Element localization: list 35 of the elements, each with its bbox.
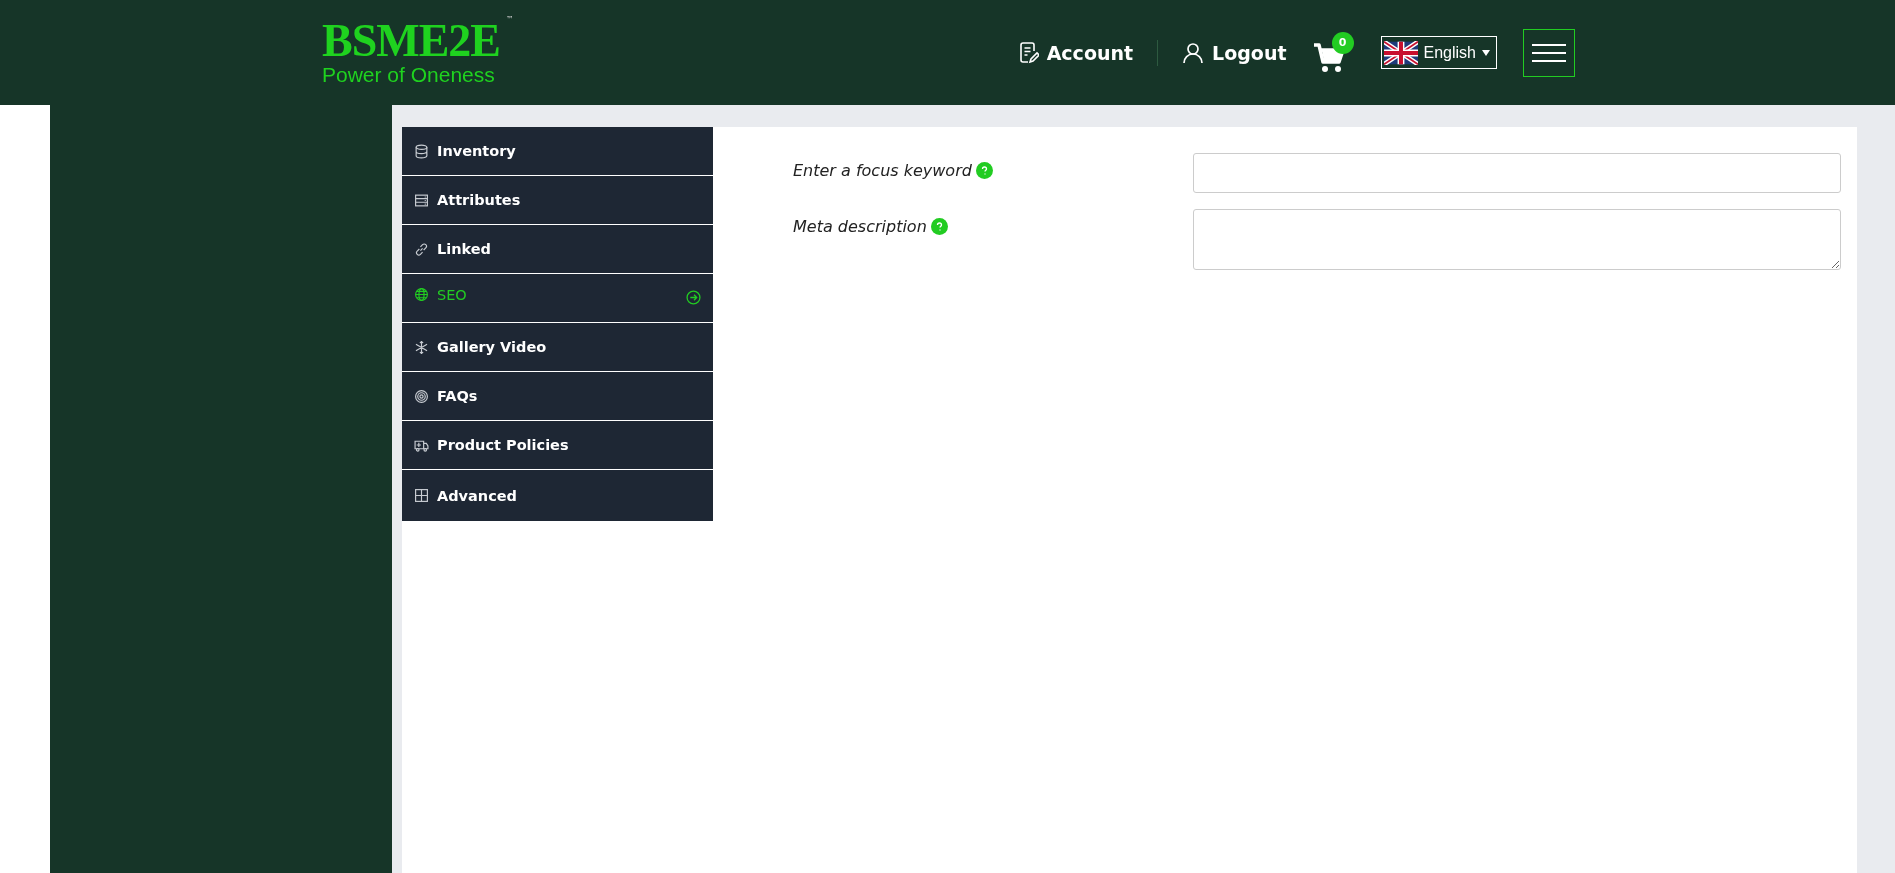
tab[interactable]: Advanced [402,470,713,521]
tab-icon [414,241,429,257]
flag-icon [1383,40,1418,65]
tab-icon [414,388,429,404]
tab-icon [414,488,429,503]
document-pencil-icon [1018,41,1039,64]
tab-icon [414,192,429,208]
trademark: ™ [506,14,514,24]
tab-icon [414,287,429,302]
logo-tagline: Power of Oneness [322,62,496,87]
help-icon[interactable] [930,218,948,235]
logout-link[interactable]: Logout [1182,41,1287,64]
tab[interactable]: Linked [402,225,713,274]
arrow-circle-icon [686,290,701,305]
field-label: Enter a focus keyword [793,161,972,180]
tab[interactable]: FAQs [402,372,713,421]
field-label: Meta description [793,217,927,236]
menu-button[interactable] [1523,28,1575,77]
tab[interactable]: SEO [402,274,713,323]
tab[interactable]: Product Policies [402,421,713,470]
description-field[interactable] [1193,209,1841,270]
menu-icon [1532,42,1566,63]
account-link[interactable]: Account [1018,41,1134,64]
logo-text[interactable]: BSME2E [322,18,501,63]
tab[interactable]: Gallery Video [402,323,713,372]
tab[interactable]: Inventory [402,127,713,176]
keyword-field[interactable] [1193,153,1841,193]
language-select[interactable]: English [1380,36,1497,69]
tab[interactable]: Attributes [402,176,713,225]
tab-icon [414,143,429,159]
user-icon [1182,41,1205,64]
cart-count-badge: 0 [1331,31,1354,54]
tab-icon [414,339,429,355]
help-icon[interactable] [975,162,993,179]
caret-icon [1482,49,1490,56]
